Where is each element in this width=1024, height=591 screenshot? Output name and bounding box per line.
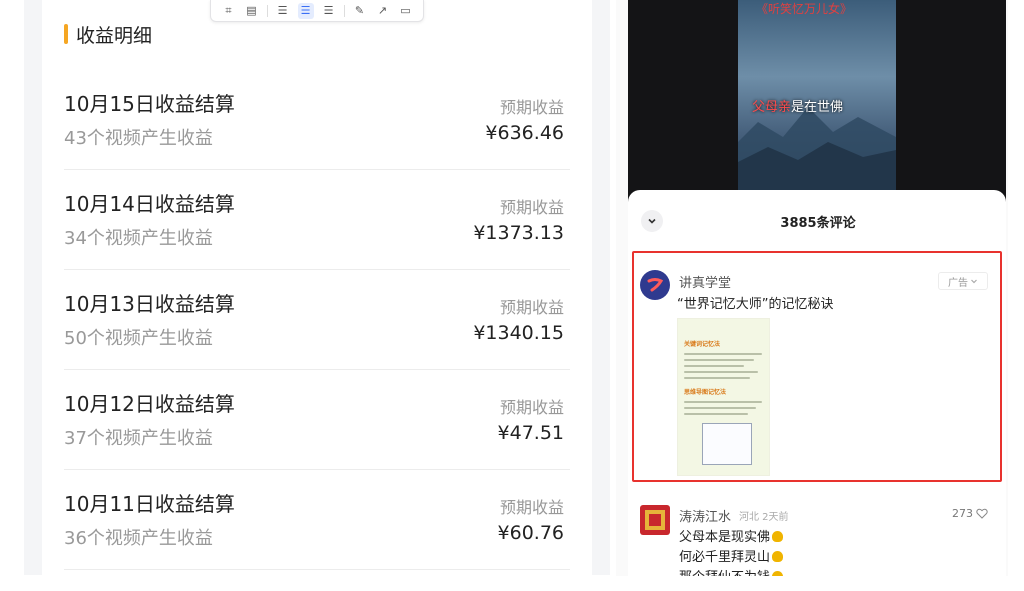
- row-amount: ¥1373.13: [473, 222, 564, 244]
- row-expected-label: 预期收益: [499, 98, 564, 117]
- row-subtitle: 43个视频产生收益: [64, 128, 213, 149]
- like-count: 273: [952, 507, 973, 520]
- align-left-icon[interactable]: ☰: [275, 3, 291, 19]
- toolbar-divider: [343, 4, 345, 17]
- collapse-comments-button[interactable]: [641, 210, 663, 232]
- comment-author-name[interactable]: 涛涛江水: [679, 506, 731, 525]
- ad-text: “世界记忆大师”的记忆秘诀: [677, 297, 834, 312]
- title-accent-bar: [64, 24, 68, 44]
- chevron-down-icon: [648, 218, 656, 224]
- note-icon[interactable]: ▤: [244, 3, 260, 19]
- earnings-row[interactable]: 10月12日收益结算 37个视频产生收益 预期收益 ¥47.51: [64, 370, 570, 470]
- comment-icon[interactable]: ▭: [398, 3, 414, 19]
- ad-image[interactable]: 关键词记忆法 思维导图记忆法: [677, 318, 770, 476]
- row-title: 10月14日收益结算: [64, 192, 235, 216]
- row-title: 10月12日收益结算: [64, 392, 235, 416]
- heart-icon: [976, 508, 988, 519]
- row-amount: ¥636.46: [485, 122, 564, 144]
- earnings-row[interactable]: 10月11日收益结算 36个视频产生收益 预期收益 ¥60.76: [64, 470, 570, 570]
- crop-icon[interactable]: ⌗: [221, 3, 237, 19]
- ad-image-line: [684, 371, 758, 373]
- row-subtitle: 34个视频产生收益: [64, 228, 213, 249]
- section-title-text: 收益明细: [76, 24, 153, 47]
- edit-icon[interactable]: ✎: [352, 3, 368, 19]
- section-title: 收益明细: [64, 22, 153, 47]
- ad-badge[interactable]: 广告: [938, 272, 988, 290]
- row-amount: ¥1340.15: [473, 322, 564, 344]
- row-expected-label: 预期收益: [499, 298, 564, 317]
- avatar[interactable]: [640, 505, 670, 535]
- row-expected-label: 预期收益: [499, 398, 564, 417]
- ad-image-line: [684, 413, 748, 415]
- pray-emoji-icon: [772, 531, 784, 542]
- row-amount: ¥47.51: [497, 422, 564, 444]
- earnings-row[interactable]: 10月13日收益结算 50个视频产生收益 预期收益 ¥1340.15: [64, 270, 570, 370]
- row-title: 10月11日收益结算: [64, 492, 235, 516]
- chevron-down-icon: [971, 279, 977, 284]
- toolbar-divider: [266, 4, 268, 17]
- earnings-row[interactable]: 10月15日收益结算 43个视频产生收益 预期收益 ¥636.46: [64, 70, 570, 170]
- ad-image-line: [684, 353, 762, 355]
- annotation-toolbar: ⌗ ▤ ☰ ☰ ☰ ✎ ↗ ▭: [210, 0, 424, 22]
- ad-image-line: [684, 359, 754, 361]
- ad-image-diagram: [702, 423, 752, 465]
- row-subtitle: 37个视频产生收益: [64, 428, 213, 449]
- video-caption-rest: 是在世佛: [791, 100, 844, 115]
- brand-logo-icon: [647, 278, 664, 292]
- ad-badge-label: 广告: [948, 277, 968, 289]
- row-expected-label: 预期收益: [499, 198, 564, 217]
- comment-like-button[interactable]: 273: [952, 507, 988, 520]
- row-title: 10月13日收益结算: [64, 292, 235, 316]
- ad-author-name[interactable]: 讲真学堂: [679, 272, 731, 291]
- video-player[interactable]: 《听笑忆万儿女》 父母亲是在世佛: [738, 0, 896, 192]
- share-icon[interactable]: ↗: [375, 3, 391, 19]
- align-center-icon[interactable]: ☰: [297, 2, 314, 19]
- row-subtitle: 36个视频产生收益: [64, 528, 213, 549]
- avatar-pattern-icon: [645, 510, 665, 530]
- video-caption-highlight: 父母亲: [752, 100, 792, 115]
- earnings-list: 10月15日收益结算 43个视频产生收益 预期收益 ¥636.46 10月14日…: [64, 70, 570, 570]
- bottom-edge: [628, 576, 1006, 591]
- earnings-row[interactable]: 10月14日收益结算 34个视频产生收益 预期收益 ¥1373.13: [64, 170, 570, 270]
- ad-image-line: [684, 401, 762, 403]
- row-title: 10月15日收益结算: [64, 92, 235, 116]
- video-caption: 父母亲是在世佛: [752, 96, 843, 115]
- align-right-icon[interactable]: ☰: [321, 3, 337, 19]
- ad-image-heading: 关键词记忆法: [684, 341, 721, 348]
- comment-meta: 河北 2天前: [739, 512, 789, 523]
- video-title-text: 《听笑忆万儿女》: [756, 2, 853, 16]
- comment-text-line: 父母本是现实佛: [679, 526, 784, 545]
- row-amount: ¥60.76: [497, 522, 564, 544]
- pray-emoji-icon: [772, 551, 784, 562]
- avatar[interactable]: [640, 270, 670, 300]
- row-expected-label: 预期收益: [499, 498, 564, 517]
- ad-image-heading: 思维导图记忆法: [684, 389, 727, 396]
- comments-count: 3885条评论: [780, 216, 856, 231]
- row-subtitle: 50个视频产生收益: [64, 328, 213, 349]
- comment-text-line: 何必千里拜灵山: [679, 546, 784, 565]
- ad-image-line: [684, 377, 750, 379]
- ad-image-line: [684, 365, 744, 367]
- ad-image-line: [684, 407, 756, 409]
